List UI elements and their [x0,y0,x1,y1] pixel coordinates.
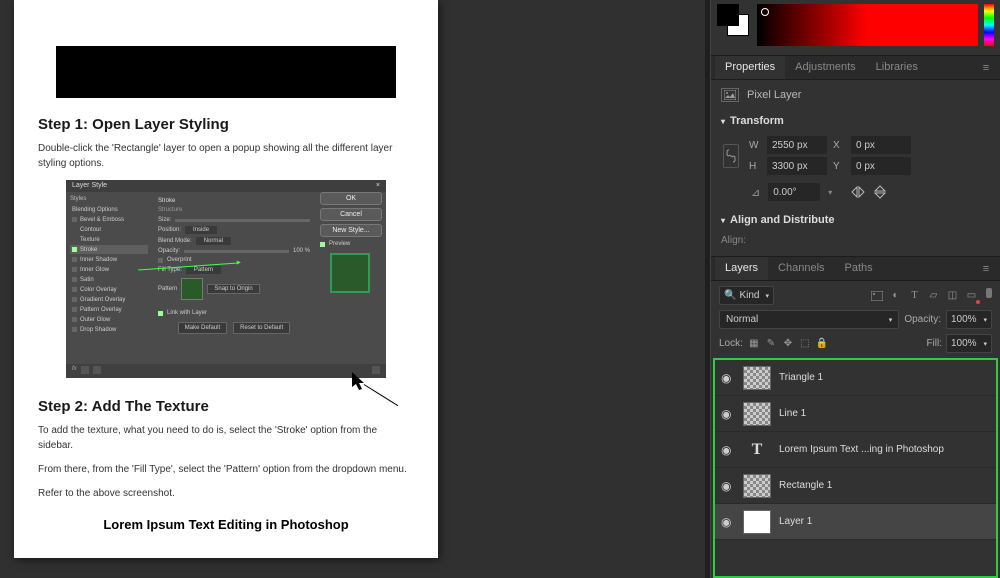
width-input[interactable] [767,136,827,154]
layer-thumbnail[interactable] [743,402,771,426]
layer-row[interactable]: ◉ Triangle 1 [715,360,996,396]
step1-heading: Step 1: Open Layer Styling [38,116,414,133]
chevron-down-icon[interactable]: ▾ [828,188,832,197]
layer-style-dialog-screenshot: Layer Style× Styles Blending Options Bev… [66,180,386,378]
layer-row[interactable]: ◉ Rectangle 1 [715,468,996,504]
dialog-ok: OK [320,192,382,205]
chevron-down-icon: ▾ [721,117,725,126]
layer-name[interactable]: Lorem Ipsum Text ...ing in Photoshop [779,444,944,455]
lock-label: Lock: [719,338,743,349]
lock-position-icon[interactable]: ✥ [781,337,795,351]
visibility-icon[interactable]: ◉ [721,515,735,529]
blend-mode-select[interactable]: Normal▾ [719,310,899,329]
layer-row[interactable]: ◉ Line 1 [715,396,996,432]
lock-pixels-icon[interactable]: ✎ [764,337,778,351]
dialog-cancel: Cancel [320,208,382,221]
layer-thumbnail[interactable] [743,510,771,534]
chevron-down-icon: ▾ [721,216,725,225]
step2-heading: Step 2: Add The Texture [38,398,414,415]
layer-name[interactable]: Line 1 [779,408,806,419]
dialog-blending-options: Blending Options [70,205,148,214]
document-title: Lorem Ipsum Text Editing in Photoshop [38,517,414,532]
visibility-icon[interactable]: ◉ [721,443,735,457]
color-picker[interactable] [757,4,978,46]
color-cursor [761,8,769,16]
canvas-area[interactable]: Step 1: Open Layer Styling Double-click … [0,0,710,578]
layer-name[interactable]: Triangle 1 [779,372,823,383]
panel-divider[interactable] [705,0,711,578]
tab-channels[interactable]: Channels [768,257,834,280]
foreground-color[interactable] [717,4,739,26]
dialog-newstyle: New Style... [320,224,382,237]
link-wh-icon[interactable] [723,144,739,168]
document-page: Step 1: Open Layer Styling Double-click … [14,0,438,558]
visibility-icon[interactable]: ◉ [721,371,735,385]
pixel-layer-icon [721,88,739,102]
tab-libraries[interactable]: Libraries [866,56,928,79]
dialog-title: Layer Style [72,182,107,190]
y-label: Y [833,161,847,172]
layers-list: ◉ Triangle 1 ◉ Line 1 ◉ T Lorem Ipsum Te… [713,358,998,578]
layer-type-label: Pixel Layer [747,89,801,101]
dialog-sidebar-header: Styles [70,196,148,202]
width-label: W [749,140,763,151]
x-label: X [833,140,847,151]
layer-thumbnail[interactable]: T [743,438,771,462]
hue-slider[interactable] [984,4,994,46]
panel-menu-icon[interactable]: ≡ [976,56,996,79]
layer-row[interactable]: ◉ Layer 1 [715,504,996,540]
filter-type-icon[interactable]: T [907,288,922,303]
filter-kind-select[interactable]: 🔍Kind▾ [719,286,774,305]
layer-thumbnail[interactable] [743,366,771,390]
layer-name[interactable]: Layer 1 [779,516,812,527]
color-panel [711,0,1000,56]
height-input[interactable] [767,157,827,175]
tab-adjustments[interactable]: Adjustments [785,56,866,79]
transform-section-header[interactable]: ▾ Transform [711,110,1000,134]
layer-name[interactable]: Rectangle 1 [779,480,832,491]
lock-artboard-icon[interactable]: ⬚ [798,337,812,351]
lock-transparency-icon[interactable]: ▦ [747,337,761,351]
x-input[interactable] [851,136,911,154]
fg-bg-swatches[interactable] [717,4,751,51]
visibility-icon[interactable]: ◉ [721,479,735,493]
layer-thumbnail[interactable] [743,474,771,498]
filter-shape-icon[interactable]: ▱ [926,288,941,303]
filter-pixel-icon[interactable] [869,288,884,303]
step2-text2: From there, from the 'Fill Type', select… [38,462,414,477]
lock-all-icon[interactable]: 🔒 [815,337,829,351]
visibility-icon[interactable]: ◉ [721,407,735,421]
flip-horizontal-icon[interactable] [850,184,866,200]
step1-text: Double-click the 'Rectangle' layer to op… [38,141,414,171]
filter-smart-icon[interactable]: ◫ [945,288,960,303]
opacity-input[interactable]: 100%▾ [946,310,992,329]
step2-text1: To add the texture, what you need to do … [38,423,414,453]
tab-properties[interactable]: Properties [715,56,785,79]
tab-paths[interactable]: Paths [835,257,883,280]
panel-menu-icon[interactable]: ≡ [976,257,996,280]
y-input[interactable] [851,157,911,175]
rotate-input[interactable] [768,183,820,201]
tab-layers[interactable]: Layers [715,257,768,280]
black-rectangle [56,46,396,98]
opacity-label: Opacity: [904,314,941,325]
layer-row[interactable]: ◉ T Lorem Ipsum Text ...ing in Photoshop [715,432,996,468]
fill-input[interactable]: 100%▾ [946,334,992,353]
flip-vertical-icon[interactable] [872,184,888,200]
search-icon: 🔍 [724,290,736,301]
fx-label: fx [72,366,77,376]
close-icon: × [376,182,380,190]
align-sublabel: Align: [711,233,1000,256]
rotate-icon: ⊿ [751,186,760,199]
height-label: H [749,161,763,172]
filter-toggle[interactable] [986,288,992,298]
step2-text3: Refer to the above screenshot. [38,486,414,501]
pattern-preview [330,253,370,293]
fill-label: Fill: [926,338,942,349]
align-section-header[interactable]: ▾ Align and Distribute [711,209,1000,233]
filter-artboard-icon[interactable]: ▭ [964,288,979,303]
filter-adjust-icon[interactable]: ◐ [888,288,903,303]
